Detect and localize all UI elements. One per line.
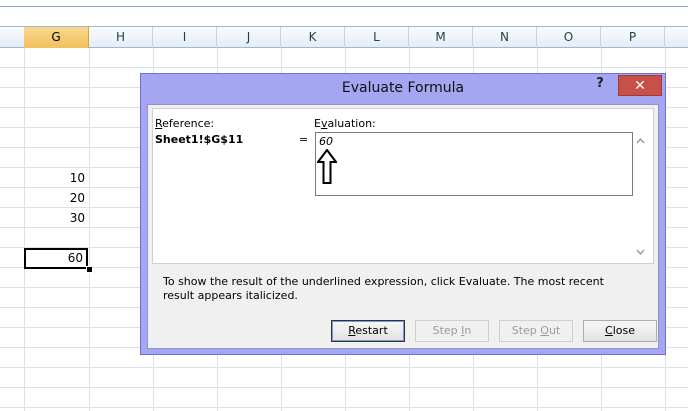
cell-g8[interactable]: 10 [24, 168, 88, 188]
column-header-g[interactable]: G [24, 27, 89, 48]
evaluation-label: Evaluation: [314, 117, 376, 130]
column-header-m[interactable]: M [409, 27, 473, 48]
reference-value: Sheet1!$G$11 [155, 133, 244, 146]
close-button[interactable]: Close [583, 320, 657, 342]
up-arrow-icon[interactable] [636, 138, 645, 144]
divider [0, 6, 688, 7]
evaluate-formula-dialog: Evaluate Formula ? ✕ Reference: Sheet1!$… [140, 73, 666, 355]
cell-g9[interactable]: 20 [24, 188, 88, 208]
cell-g11[interactable]: 60 [24, 248, 88, 269]
grid-line [89, 48, 90, 411]
column-header-j[interactable]: J [217, 27, 281, 48]
dialog-body: Reference: Sheet1!$G$11 = Evaluation: 60… [147, 104, 659, 349]
grid-line [0, 387, 688, 388]
column-header-row: G H I J K L M N O P [0, 26, 688, 48]
equals-sign: = [299, 133, 309, 146]
evaluation-box[interactable]: 60 [315, 132, 633, 196]
column-header-i[interactable]: I [153, 27, 217, 48]
step-out-button[interactable]: Step Out [499, 320, 573, 342]
step-in-button[interactable]: Step In [415, 320, 489, 342]
dialog-title: Evaluate Formula [341, 80, 465, 96]
ribbon-strip [0, 0, 688, 26]
help-button[interactable]: ? [589, 76, 611, 96]
grid-line [0, 367, 688, 368]
outline-up-arrow-icon [317, 149, 337, 184]
restart-button[interactable]: Restart [331, 320, 405, 342]
info-text: To show the result of the underlined exp… [163, 275, 604, 302]
evaluation-value: 60 [319, 135, 333, 148]
column-header-n[interactable]: N [473, 27, 537, 48]
column-header-l[interactable]: L [345, 27, 409, 48]
column-header-p[interactable]: P [601, 27, 665, 48]
grid-line [24, 48, 25, 411]
close-window-button[interactable]: ✕ [618, 75, 662, 96]
column-header-k[interactable]: K [281, 27, 345, 48]
cell-g10[interactable]: 30 [24, 208, 88, 228]
dialog-title-bar[interactable]: Evaluate Formula ? ✕ [141, 74, 665, 104]
down-arrow-icon[interactable] [636, 249, 645, 255]
column-header-h[interactable]: H [89, 27, 153, 48]
grid-line [0, 407, 688, 408]
evaluation-panel: Reference: Sheet1!$G$11 = Evaluation: 60 [152, 108, 654, 264]
reference-label: Reference: [155, 117, 215, 130]
fill-handle[interactable] [86, 266, 93, 273]
grid-line [0, 67, 688, 68]
column-header-o[interactable]: O [537, 27, 601, 48]
